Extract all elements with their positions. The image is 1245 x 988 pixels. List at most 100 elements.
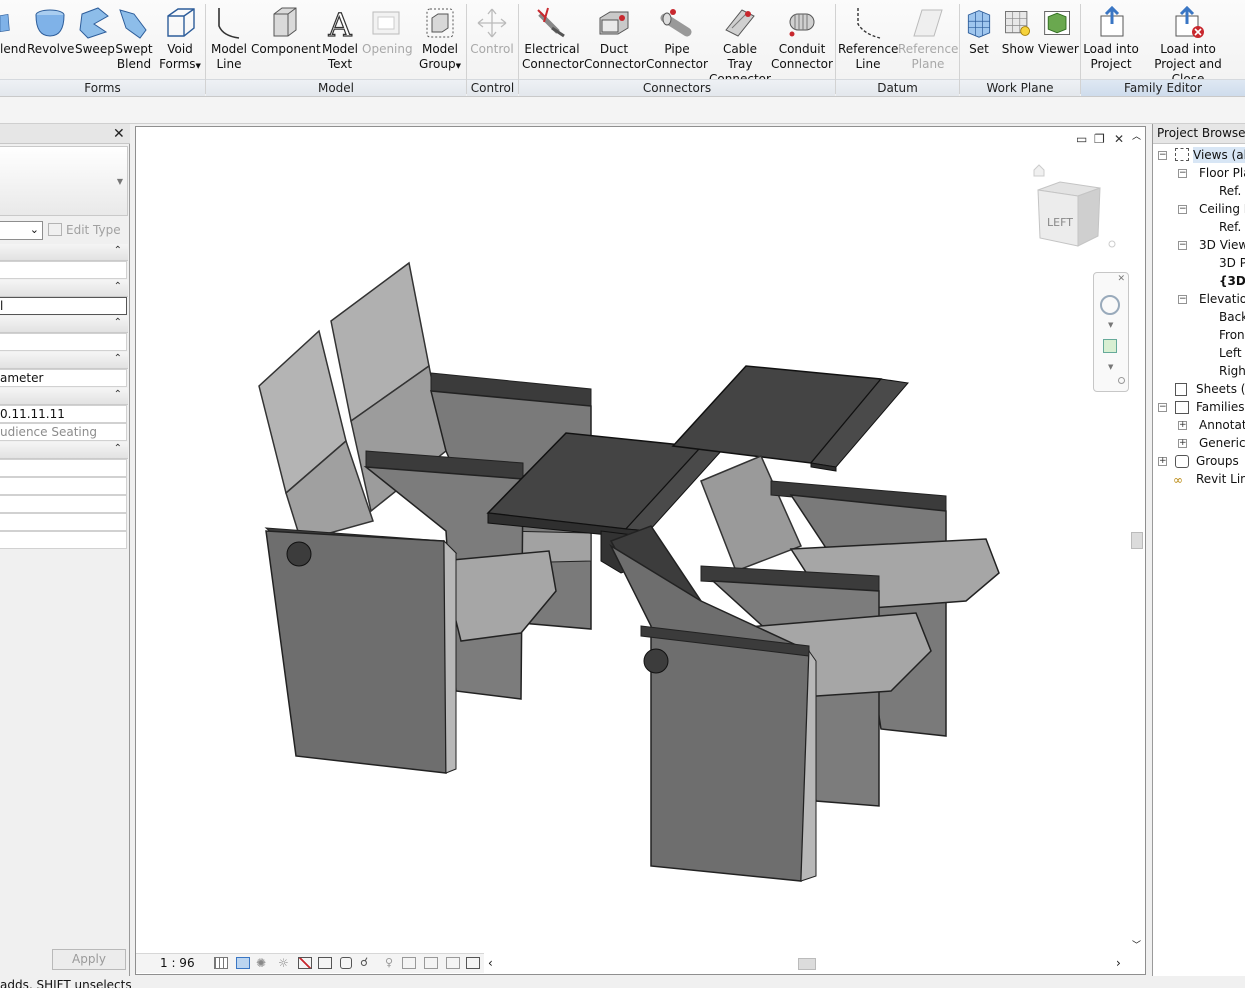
edit-type-button[interactable]: Edit Type <box>48 221 128 240</box>
options-icon[interactable] <box>1118 377 1125 384</box>
close-icon[interactable]: ✕ <box>1117 274 1125 284</box>
tree-item-elevations[interactable]: Elevation <box>1199 291 1245 307</box>
property-group-header[interactable]: ⌃ <box>0 244 128 261</box>
property-row[interactable] <box>0 261 127 279</box>
scroll-right-icon[interactable]: › <box>1116 956 1121 970</box>
tree-item-generic[interactable]: Generic I <box>1199 435 1245 451</box>
void-forms-button[interactable]: Void Forms▼ <box>157 0 203 74</box>
swept-blend-button[interactable]: Swept Blend <box>114 0 154 72</box>
zoom-icon[interactable] <box>1103 339 1117 353</box>
opening-button[interactable]: Opening <box>362 0 413 57</box>
property-group-header[interactable]: ⌃ <box>0 280 128 297</box>
panel-connectors[interactable]: Connectors <box>519 79 835 96</box>
duct-connector-button[interactable]: Duct Connector <box>584 0 646 72</box>
property-row-description[interactable]: udience Seating <box>0 423 127 441</box>
tree-item-views[interactable]: Views (all <box>1193 147 1245 163</box>
tree-item-revit-links[interactable]: Revit Link <box>1196 471 1245 487</box>
collapse-icon[interactable]: − <box>1158 403 1167 412</box>
property-row[interactable] <box>0 531 127 549</box>
steering-wheel-icon[interactable] <box>1100 295 1120 315</box>
property-group-header[interactable]: ⌃ <box>0 352 128 369</box>
sweep-button[interactable]: Sweep <box>75 0 115 57</box>
tree-item-annotation[interactable]: Annotati <box>1199 417 1245 433</box>
close-icon[interactable]: ✕ <box>1114 132 1124 146</box>
conduit-connector-button[interactable]: Conduit Connector <box>771 0 833 72</box>
restore-icon[interactable]: ❐ <box>1094 132 1105 146</box>
horizontal-scrollbar[interactable]: ‹ › <box>484 956 1130 972</box>
panel-control[interactable]: Control <box>467 79 518 96</box>
panel-work-plane[interactable]: Work Plane <box>960 79 1080 96</box>
highlight-displacement-icon[interactable] <box>424 957 438 969</box>
control-button[interactable]: Control <box>468 0 516 57</box>
tree-item-3d-views[interactable]: 3D Views <box>1199 237 1245 253</box>
scroll-down-icon[interactable]: ﹀ <box>1132 938 1141 951</box>
show-button[interactable]: Show <box>999 0 1037 57</box>
crop-view-icon[interactable] <box>298 957 312 969</box>
scroll-thumb[interactable] <box>798 958 816 970</box>
collapse-icon[interactable]: − <box>1178 205 1187 214</box>
tree-item-3d-view-default[interactable]: {3D} <box>1219 273 1245 289</box>
property-row[interactable] <box>0 459 127 477</box>
tree-item-3d-view-1[interactable]: 3D P <box>1219 255 1245 271</box>
expand-icon[interactable]: + <box>1158 457 1167 466</box>
collapse-icon[interactable]: − <box>1178 295 1187 304</box>
tree-item-front[interactable]: Fron <box>1219 327 1245 343</box>
tree-item-groups[interactable]: Groups <box>1196 453 1239 469</box>
scroll-up-icon[interactable]: ︿ <box>1132 129 1141 142</box>
reveal-hidden-icon[interactable]: ♀ <box>385 956 393 969</box>
tree-item-right[interactable]: Righ <box>1219 363 1245 379</box>
cable-tray-connector-button[interactable]: Cable Tray Connector <box>709 0 771 87</box>
minimize-icon[interactable]: ▭ <box>1076 132 1087 146</box>
viewer-button[interactable]: Viewer <box>1038 0 1079 57</box>
tree-item-floor-plans[interactable]: Floor Pla <box>1199 165 1245 181</box>
reference-plane-button[interactable]: Reference Plane <box>898 0 958 72</box>
property-row-parameter[interactable]: ameter <box>0 369 127 387</box>
load-into-project-button[interactable]: Load into Project <box>1082 0 1140 72</box>
3d-viewport[interactable] <box>135 126 1146 975</box>
temporary-hide-icon[interactable]: ☌ <box>360 955 368 969</box>
panel-family-editor[interactable]: Family Editor <box>1081 79 1245 96</box>
property-group-header[interactable]: ⌃ <box>0 388 128 405</box>
property-row[interactable] <box>0 477 127 495</box>
temporary-view-icon[interactable] <box>402 957 416 969</box>
scroll-left-icon[interactable]: ‹ <box>488 956 493 970</box>
filter-dropdown[interactable]: ⌄ <box>0 221 43 240</box>
tree-item-ref-level-ceiling[interactable]: Ref. L <box>1219 219 1245 235</box>
property-row-code[interactable]: 0.11.11.11 <box>0 405 127 423</box>
expand-icon[interactable]: + <box>1178 421 1187 430</box>
dropdown-arrow-icon[interactable]: ▼ <box>1108 321 1113 329</box>
reference-line-button[interactable]: Reference Line <box>838 0 898 72</box>
panel-forms[interactable]: Forms <box>0 79 205 96</box>
lock-view-icon[interactable] <box>340 957 352 969</box>
apply-button[interactable]: Apply <box>52 949 126 970</box>
collapse-icon[interactable]: − <box>1178 241 1187 250</box>
property-row[interactable] <box>0 513 127 531</box>
property-group-header[interactable]: ⌃ <box>0 316 128 333</box>
tree-item-back[interactable]: Back <box>1219 309 1245 325</box>
chevron-down-icon[interactable]: ▼ <box>117 177 123 186</box>
component-button[interactable]: Component <box>251 0 321 57</box>
expand-icon[interactable]: + <box>1178 439 1187 448</box>
panel-datum[interactable]: Datum <box>836 79 959 96</box>
property-row-active[interactable]: l <box>0 297 127 315</box>
tree-item-ref-level-floor[interactable]: Ref. L <box>1219 183 1245 199</box>
collapse-icon[interactable]: − <box>1178 169 1187 178</box>
sun-path-icon[interactable]: ✺ <box>256 956 266 970</box>
type-selector-preview[interactable]: ▼ <box>0 146 128 216</box>
property-row[interactable] <box>0 333 127 351</box>
dropdown-arrow-icon[interactable]: ▼ <box>1108 363 1113 371</box>
reveal-constraints-icon[interactable] <box>446 957 460 969</box>
set-button[interactable]: Set <box>962 0 996 57</box>
model-group-button[interactable]: Model Group▼ <box>416 0 464 74</box>
scroll-thumb[interactable] <box>1131 532 1143 549</box>
vertical-scrollbar[interactable]: ︿ ﹀ <box>1129 128 1145 956</box>
shadows-icon[interactable]: ☼ <box>278 956 289 970</box>
collapse-icon[interactable]: − <box>1158 151 1167 160</box>
show-crop-icon[interactable] <box>318 957 332 969</box>
property-row[interactable] <box>0 495 127 513</box>
model-line-button[interactable]: Model Line <box>209 0 249 72</box>
revolve-button[interactable]: Revolve <box>27 0 74 57</box>
electrical-connector-button[interactable]: Electrical Connector <box>522 0 584 72</box>
tree-item-left[interactable]: Left <box>1219 345 1242 361</box>
viewcube[interactable]: LEFT <box>1030 160 1122 256</box>
